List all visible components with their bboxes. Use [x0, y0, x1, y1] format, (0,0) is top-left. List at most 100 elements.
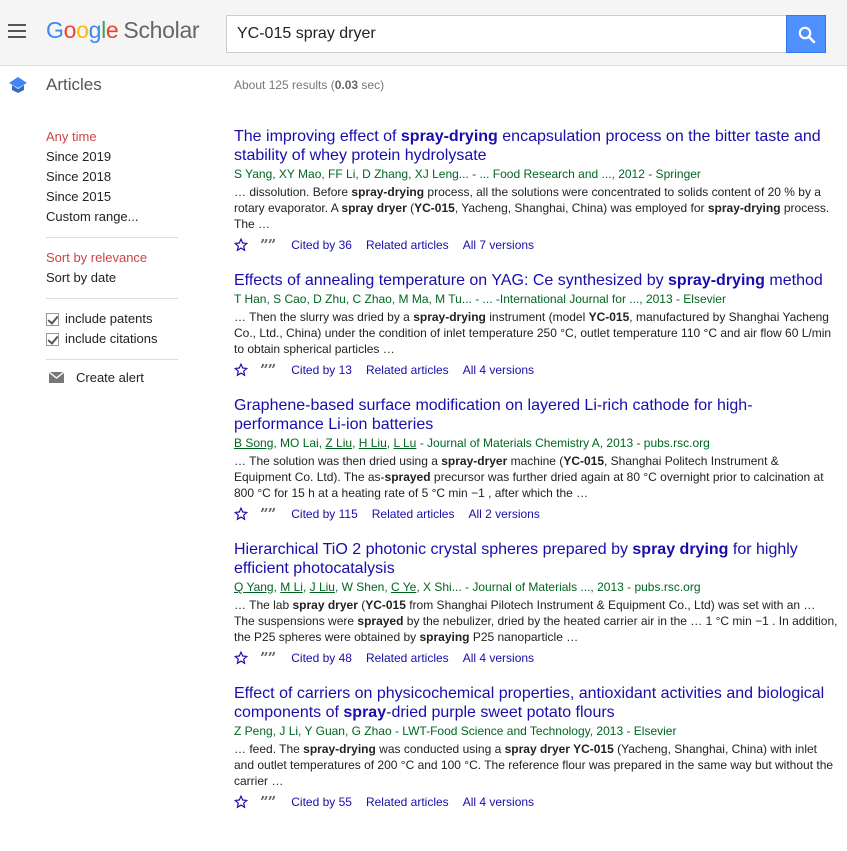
- author-link[interactable]: B Song: [234, 436, 273, 450]
- logo-letter: e: [105, 17, 119, 43]
- sort-by-relevance[interactable]: Sort by relevance: [46, 248, 178, 268]
- related-articles-link[interactable]: Related articles: [366, 794, 449, 810]
- text-segment: … The solution was then dried using a: [234, 454, 442, 468]
- header: Google Scholar YC-015 spray dryer: [0, 0, 847, 66]
- save-star-icon[interactable]: [234, 795, 248, 809]
- text-segment: method: [764, 272, 823, 289]
- results-list: The improving effect of spray-drying enc…: [234, 127, 839, 828]
- text-segment: Effects of annealing temperature on YAG:…: [234, 272, 669, 289]
- include-patents-checkbox[interactable]: include patents: [46, 309, 178, 329]
- filter-custom-range[interactable]: Custom range...: [46, 207, 178, 227]
- text-segment: Graphene-based surface modification on l…: [234, 397, 753, 433]
- highlighted-term: YC-015: [414, 201, 455, 215]
- highlighted-term: spray-dryer: [441, 454, 508, 468]
- cited-by-link[interactable]: Cited by 55: [291, 794, 352, 810]
- highlighted-term: spray dryer YC-015: [504, 742, 614, 756]
- sort-by-date[interactable]: Sort by date: [46, 268, 178, 288]
- logo-letter: G: [46, 17, 64, 43]
- google-scholar-logo[interactable]: Google Scholar: [46, 17, 200, 44]
- create-alert-label: Create alert: [76, 370, 144, 385]
- search-input[interactable]: YC-015 spray dryer: [226, 15, 787, 53]
- filter-any-time[interactable]: Any time: [46, 127, 178, 147]
- count-suffix: sec): [358, 78, 385, 92]
- related-articles-link[interactable]: Related articles: [366, 650, 449, 666]
- create-alert-button[interactable]: Create alert: [49, 370, 178, 385]
- filter-since-2018[interactable]: Since 2018: [46, 167, 178, 187]
- cited-by-link[interactable]: Cited by 48: [291, 650, 352, 666]
- result-title-link[interactable]: The improving effect of spray-drying enc…: [234, 127, 839, 165]
- text-segment: ,: [352, 436, 359, 450]
- text-segment: The improving effect of: [234, 128, 401, 145]
- text-segment: was conducted using a: [375, 742, 505, 756]
- result-title-link[interactable]: Hierarchical TiO 2 photonic crystal sphe…: [234, 540, 839, 578]
- sidebar: Any time Since 2019 Since 2018 Since 201…: [46, 127, 178, 385]
- divider: [46, 359, 178, 360]
- result-snippet: … The lab spray dryer (YC-015 from Shang…: [234, 597, 839, 645]
- text-segment: , MO Lai,: [273, 436, 326, 450]
- search-result: Graphene-based surface modification on l…: [234, 396, 839, 522]
- divider: [46, 298, 178, 299]
- author-link[interactable]: L Lu: [393, 436, 416, 450]
- count-time: 0.03: [334, 78, 359, 92]
- filter-since-2019[interactable]: Since 2019: [46, 147, 178, 167]
- highlighted-term: YC-015: [563, 454, 604, 468]
- result-authors: T Han, S Cao, D Zhu, C Zhao, M Ma, M Tu.…: [234, 291, 839, 308]
- menu-icon[interactable]: [8, 24, 26, 38]
- cite-quote-icon[interactable]: ””: [260, 363, 276, 378]
- cited-by-link[interactable]: Cited by 115: [291, 506, 358, 522]
- result-title-link[interactable]: Graphene-based surface modification on l…: [234, 396, 839, 434]
- all-versions-link[interactable]: All 4 versions: [463, 794, 534, 810]
- text-segment: ... - Journal of Materials ..., 2013 - p…: [451, 580, 701, 594]
- articles-icon: [8, 76, 28, 97]
- text-segment: P25 nanoparticle …: [469, 630, 579, 644]
- result-title-link[interactable]: Effect of carriers on physicochemical pr…: [234, 684, 839, 722]
- highlighted-term: spray-drying: [707, 201, 781, 215]
- checkbox-checked-icon: [46, 312, 59, 326]
- search-button[interactable]: [786, 15, 826, 53]
- related-articles-link[interactable]: Related articles: [366, 237, 449, 253]
- save-star-icon[interactable]: [234, 238, 248, 252]
- text-segment: , X Shi: [416, 580, 452, 594]
- cite-quote-icon[interactable]: ””: [260, 507, 276, 522]
- author-link[interactable]: J Liu: [310, 580, 335, 594]
- text-segment: ,: [302, 580, 310, 594]
- all-versions-link[interactable]: All 4 versions: [463, 650, 534, 666]
- all-versions-link[interactable]: All 4 versions: [463, 362, 534, 378]
- include-citations-checkbox[interactable]: include citations: [46, 329, 178, 349]
- text-segment: … feed. The: [234, 742, 304, 756]
- result-actions: ”” Cited by 36 Related articles All 7 versi…: [234, 237, 839, 253]
- cited-by-link[interactable]: Cited by 13: [291, 362, 352, 378]
- text-segment: - Journal of Materials Chemistry A, 2013…: [416, 436, 710, 450]
- results-count: About 125 results (0.03 sec): [234, 78, 384, 92]
- cited-by-link[interactable]: Cited by 36: [291, 237, 352, 253]
- author-link[interactable]: M Li: [280, 580, 303, 594]
- cite-quote-icon[interactable]: ””: [260, 238, 276, 253]
- save-star-icon[interactable]: [234, 507, 248, 521]
- related-articles-link[interactable]: Related articles: [366, 362, 449, 378]
- search-result: Effects of annealing temperature on YAG:…: [234, 271, 839, 378]
- author-link[interactable]: Z Liu: [325, 436, 352, 450]
- text-segment: machine (: [507, 454, 564, 468]
- cite-quote-icon[interactable]: ””: [260, 651, 276, 666]
- filter-since-2015[interactable]: Since 2015: [46, 187, 178, 207]
- author-link[interactable]: Q Yang: [234, 580, 274, 594]
- result-actions: ”” Cited by 55 Related articles All 4 versi…: [234, 794, 839, 810]
- save-star-icon[interactable]: [234, 651, 248, 665]
- author-link[interactable]: H Liu: [359, 436, 387, 450]
- highlighted-term: spray-drying: [413, 310, 486, 324]
- result-authors: S Yang, XY Mao, FF Li, D Zhang, XJ Leng.…: [234, 166, 839, 183]
- text-segment: -dried purple sweet potato flours: [386, 704, 615, 721]
- text-segment: Z Peng, J Li, Y Guan, G Zhao - LWT-Food …: [234, 724, 677, 738]
- highlighted-term: spray-drying: [303, 742, 376, 756]
- all-versions-link[interactable]: All 7 versions: [463, 237, 534, 253]
- search-result: Hierarchical TiO 2 photonic crystal sphe…: [234, 540, 839, 666]
- highlighted-term: sprayed: [384, 470, 431, 484]
- save-star-icon[interactable]: [234, 363, 248, 377]
- all-versions-link[interactable]: All 2 versions: [468, 506, 539, 522]
- highlighted-term: YC-015: [588, 310, 630, 324]
- related-articles-link[interactable]: Related articles: [372, 506, 455, 522]
- author-link[interactable]: C Ye: [391, 580, 416, 594]
- result-title-link[interactable]: Effects of annealing temperature on YAG:…: [234, 271, 839, 290]
- cite-quote-icon[interactable]: ””: [260, 795, 276, 810]
- highlighted-term: spray-drying: [400, 128, 498, 145]
